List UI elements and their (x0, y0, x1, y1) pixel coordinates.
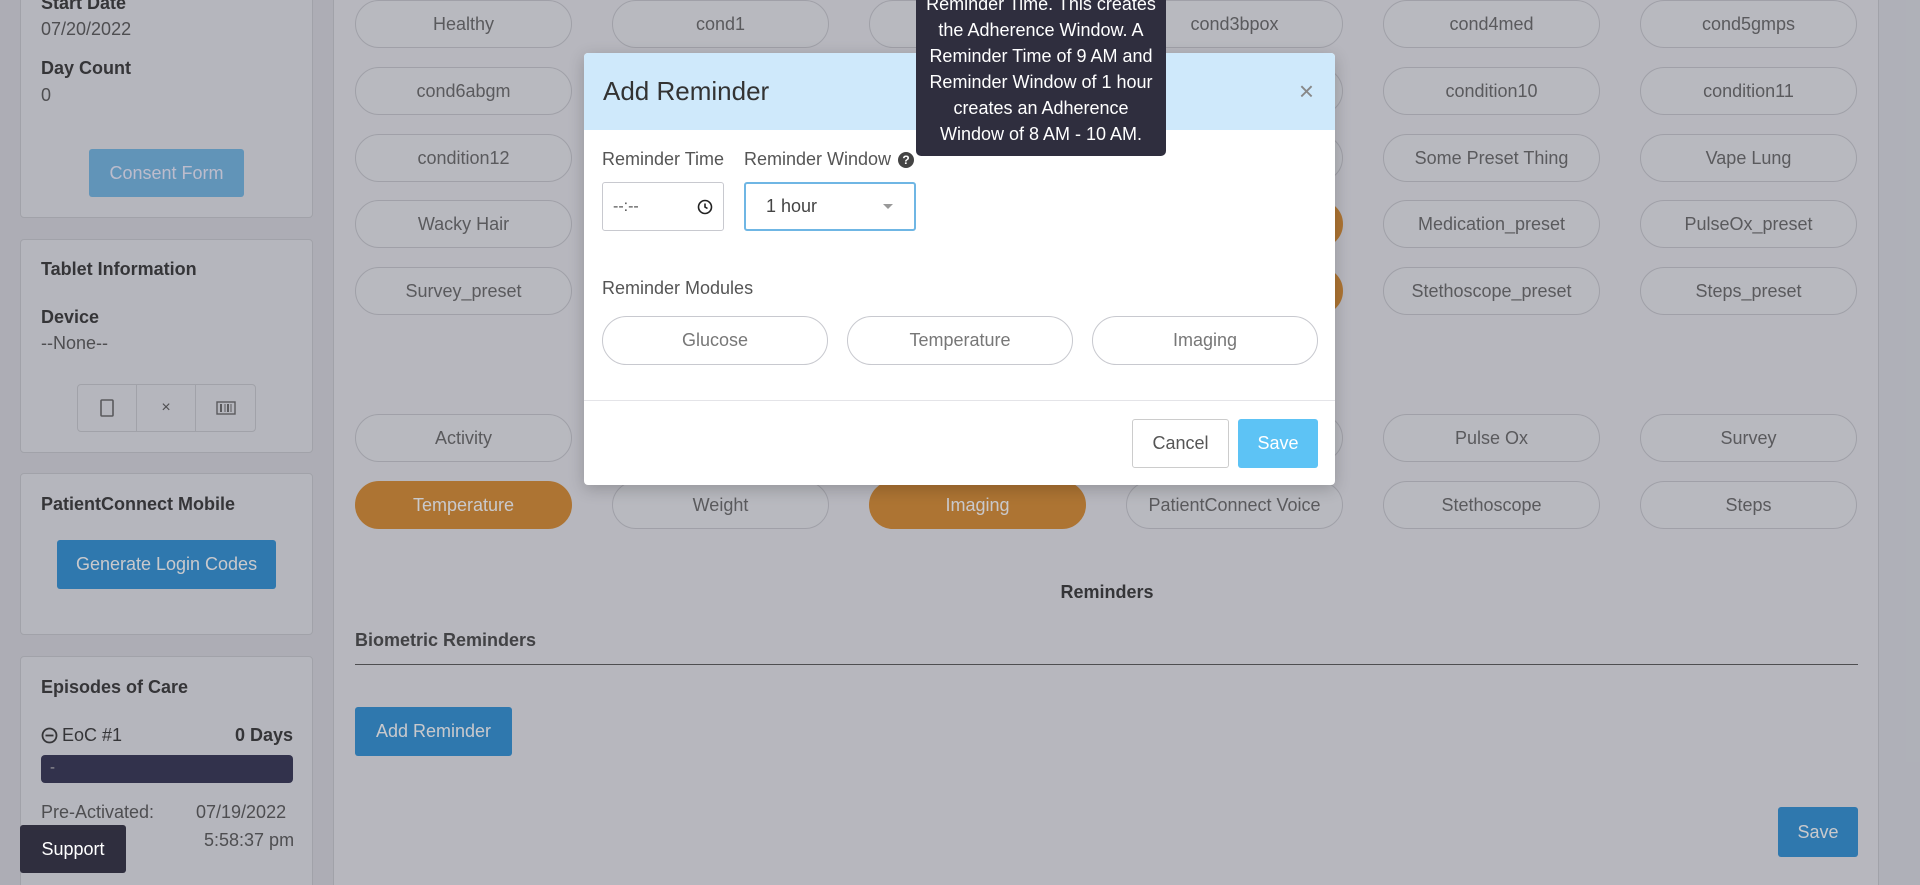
clock-icon[interactable] (697, 199, 713, 215)
close-icon[interactable]: × (1299, 76, 1314, 107)
reminder-window-tooltip: Reminder Time. This creates the Adherenc… (916, 0, 1166, 156)
svg-text:?: ? (902, 153, 909, 167)
reminder-window-label: Reminder Window ? (744, 149, 915, 170)
page: Start Date 07/20/2022 Day Count 0 Consen… (0, 0, 1920, 885)
modal-footer-divider (584, 400, 1335, 401)
reminder-time-input[interactable]: --:-- (602, 182, 724, 231)
chevron-down-icon (883, 203, 893, 209)
module-option-imaging[interactable]: Imaging (1092, 316, 1318, 365)
reminder-window-value: 1 hour (766, 196, 818, 216)
reminder-time-label: Reminder Time (602, 149, 725, 169)
cancel-button[interactable]: Cancel (1132, 419, 1229, 468)
reminder-time-value: --:-- (613, 197, 639, 215)
save-button[interactable]: Save (1238, 419, 1318, 468)
reminder-window-select[interactable]: 1 hour (744, 182, 916, 231)
tooltip-text: Reminder Time. This creates the Adherenc… (926, 0, 1156, 144)
support-button[interactable]: Support (20, 825, 126, 873)
reminder-window-label-text: Reminder Window (744, 149, 892, 169)
help-icon[interactable]: ? (897, 151, 915, 169)
module-option-temperature[interactable]: Temperature (847, 316, 1073, 365)
modal-title: Add Reminder (603, 76, 770, 106)
module-option-glucose[interactable]: Glucose (602, 316, 828, 365)
reminder-modules-label: Reminder Modules (602, 278, 754, 298)
